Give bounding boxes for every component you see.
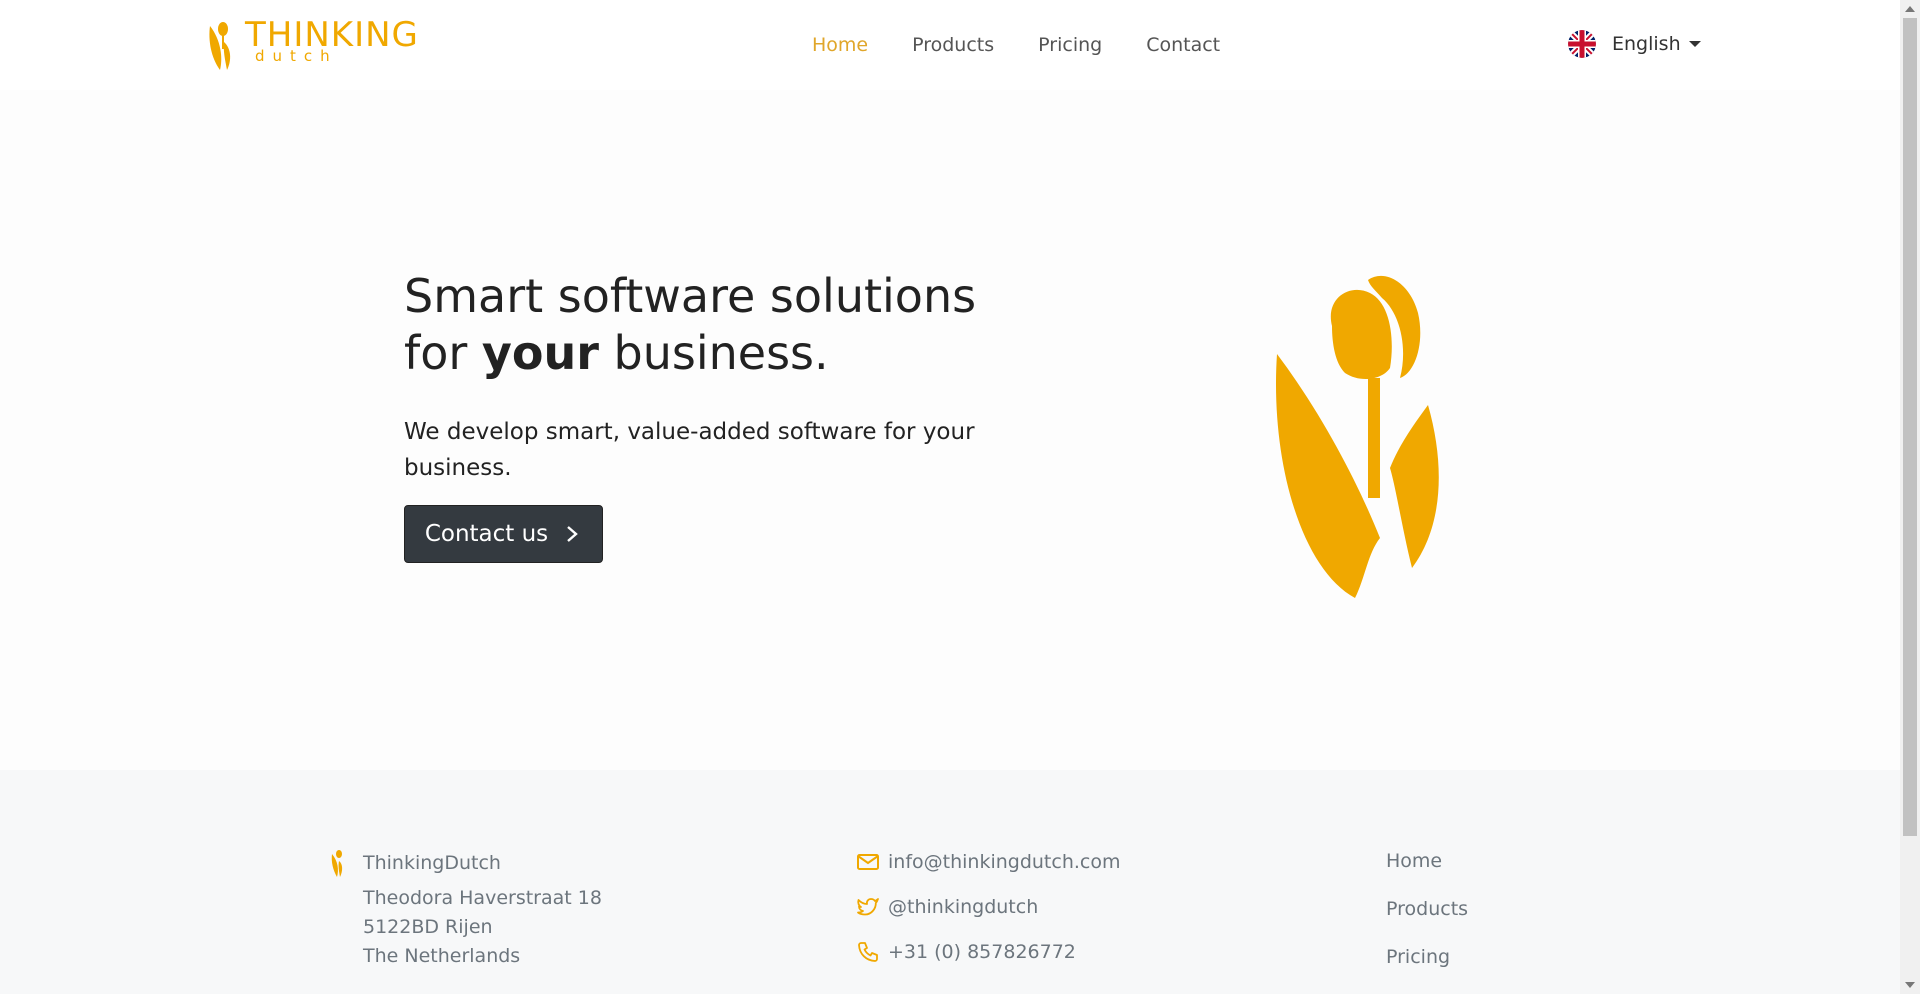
address-street: Theodora Haverstraat 18 xyxy=(363,887,602,909)
footer-address: Theodora Haverstraat 18 5122BD Rijen The… xyxy=(363,884,602,971)
contact-us-button[interactable]: Contact us xyxy=(404,505,603,563)
scroll-down-icon[interactable] xyxy=(1905,982,1915,988)
phone-icon xyxy=(858,942,878,962)
hero-title-emphasis: your xyxy=(481,326,599,380)
nav-contact[interactable]: Contact xyxy=(1124,30,1242,60)
language-dropdown[interactable]: English xyxy=(1568,30,1701,58)
address-postal: 5122BD Rijen xyxy=(363,916,493,938)
tulip-logo-icon xyxy=(209,22,231,70)
footer: ThinkingDutch Theodora Haverstraat 18 51… xyxy=(0,770,1900,994)
nav-products[interactable]: Products xyxy=(890,30,1016,60)
contact-us-label: Contact us xyxy=(424,521,549,547)
footer-email-link[interactable]: info@thinkingdutch.com xyxy=(856,850,1121,874)
chevron-right-icon xyxy=(567,526,578,542)
main-nav: Home Products Pricing Contact xyxy=(790,30,1242,60)
tulip-illustration xyxy=(1275,275,1439,598)
mail-icon xyxy=(857,854,879,870)
address-country: The Netherlands xyxy=(363,945,521,967)
footer-link-home[interactable]: Home xyxy=(1386,850,1442,872)
nav-home[interactable]: Home xyxy=(790,30,890,60)
footer-link-pricing[interactable]: Pricing xyxy=(1386,946,1450,968)
tulip-logo-icon xyxy=(331,850,343,877)
caret-down-icon xyxy=(1688,41,1701,47)
footer-link-products[interactable]: Products xyxy=(1386,898,1468,920)
uk-flag-icon xyxy=(1568,30,1596,58)
footer-twitter-link[interactable]: @thinkingdutch xyxy=(856,895,1038,919)
footer-company-name: ThinkingDutch xyxy=(363,852,501,874)
nav-pricing[interactable]: Pricing xyxy=(1016,30,1124,60)
hero-subtitle: We develop smart, value-added software f… xyxy=(404,419,975,481)
footer-phone-link[interactable]: +31 (0) 857826772 xyxy=(856,940,1076,964)
scroll-up-icon[interactable] xyxy=(1905,6,1915,12)
brand-logo[interactable]: THINKING dutch xyxy=(207,18,419,72)
hero-title: Smart software solutions for your busines… xyxy=(404,269,977,380)
navbar: THINKING dutch Home Products Pricing Con… xyxy=(0,0,1900,90)
vertical-scrollbar[interactable] xyxy=(1900,0,1920,994)
twitter-icon xyxy=(857,898,879,916)
scrollbar-thumb[interactable] xyxy=(1903,18,1917,836)
language-label: English xyxy=(1612,33,1681,55)
